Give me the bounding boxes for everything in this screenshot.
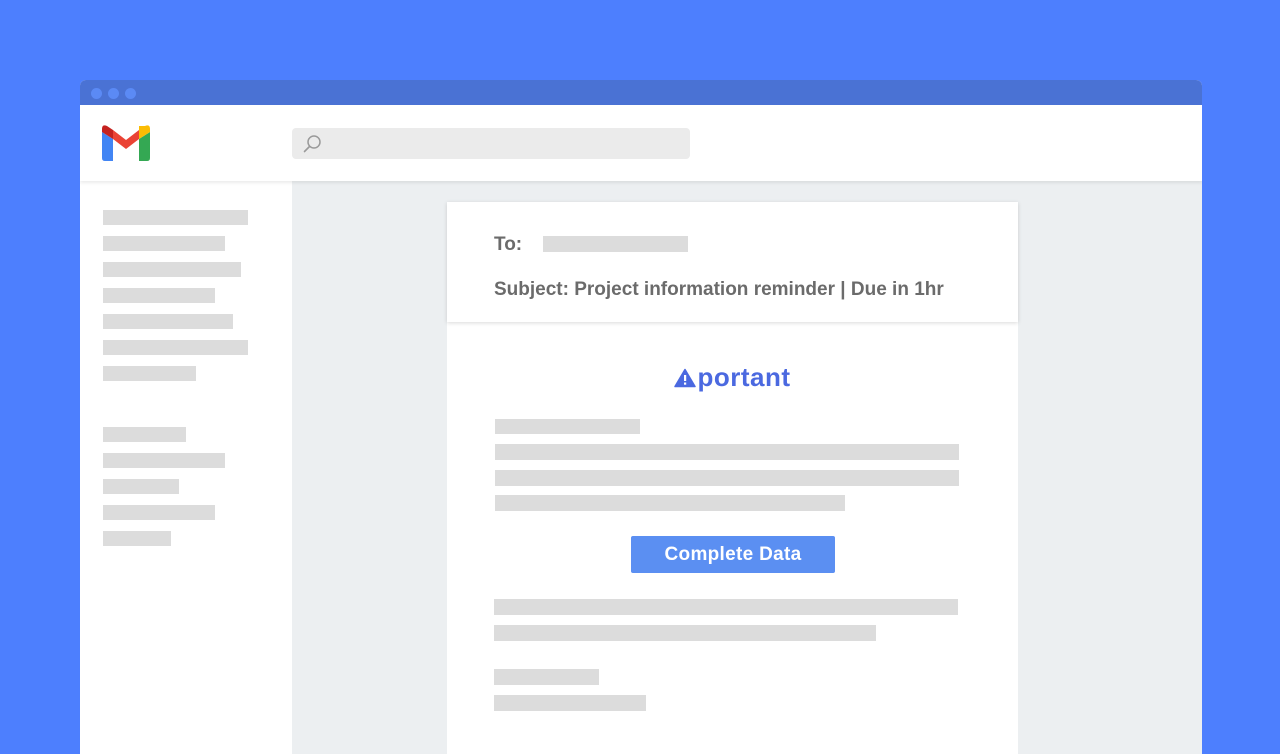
- body-text-placeholder: [495, 419, 640, 434]
- sidebar-item-placeholder[interactable]: [103, 505, 215, 520]
- gmail-logo-icon[interactable]: [102, 125, 150, 162]
- body-text-placeholder: [494, 599, 958, 615]
- signature-placeholder: [494, 669, 599, 685]
- brand-name: portant: [697, 362, 791, 392]
- body-text-placeholder: [494, 625, 876, 641]
- sidebar-item-placeholder[interactable]: [103, 531, 171, 546]
- window-maximize-dot[interactable]: [125, 88, 136, 99]
- to-label: To:: [494, 234, 523, 255]
- body-text-placeholder: [495, 470, 959, 486]
- window-minimize-dot[interactable]: [108, 88, 119, 99]
- sidebar-item-placeholder[interactable]: [103, 236, 225, 251]
- search-bar[interactable]: [292, 128, 690, 161]
- brand-logo: portant: [447, 362, 1018, 393]
- email-header: To: Subject: Project information reminde…: [447, 202, 1018, 322]
- window-close-dot[interactable]: [91, 88, 102, 99]
- email-subject: Subject: Project information reminder | …: [494, 279, 944, 300]
- recipient-placeholder: [543, 236, 688, 252]
- sidebar-item-placeholder[interactable]: [103, 453, 225, 468]
- sidebar-item-placeholder[interactable]: [103, 262, 241, 277]
- browser-window: To: Subject: Project information reminde…: [80, 80, 1202, 754]
- email-view: To: Subject: Project information reminde…: [292, 181, 1202, 754]
- complete-data-button[interactable]: Complete Data: [631, 536, 835, 573]
- sidebar-item-placeholder[interactable]: [103, 210, 248, 225]
- app-header: [80, 105, 1202, 181]
- sidebar-item-placeholder[interactable]: [103, 427, 186, 442]
- search-input[interactable]: [330, 128, 684, 161]
- body-text-placeholder: [495, 495, 845, 511]
- sidebar-item-placeholder[interactable]: [103, 366, 196, 381]
- email-body: portant Complete Data: [447, 322, 1018, 754]
- sidebar-item-placeholder[interactable]: [103, 314, 233, 329]
- warning-triangle-icon: [674, 368, 697, 388]
- window-titlebar: [80, 80, 1202, 105]
- sidebar-item-placeholder[interactable]: [103, 288, 215, 303]
- sidebar-item-placeholder[interactable]: [103, 479, 179, 494]
- body-text-placeholder: [495, 444, 959, 460]
- search-icon[interactable]: [303, 134, 323, 154]
- signature-placeholder: [494, 695, 646, 711]
- sidebar: [80, 181, 292, 754]
- sidebar-item-placeholder[interactable]: [103, 340, 248, 355]
